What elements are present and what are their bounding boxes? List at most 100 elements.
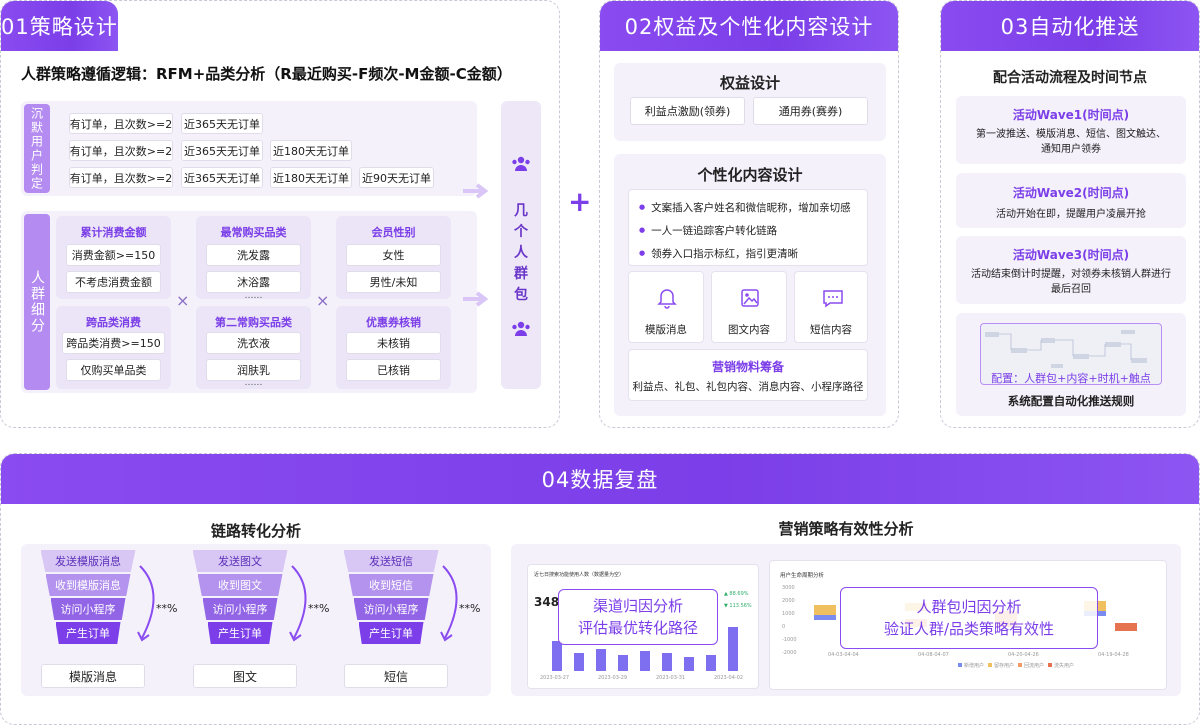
strategy-logic: 人群策略遵循逻辑：RFM+品类分析（R最近购买-F频次-M金额-C金额） (21, 65, 512, 83)
group-second-category: 第二常购买品类 洗衣液 润肤乳 …… (196, 306, 311, 389)
group-ellipsis: …… (244, 291, 263, 301)
cond-chip: 近180天无订单 (270, 167, 352, 188)
x-tick-label: 2023-03-31 (656, 675, 686, 681)
funnel-step: 发送模版消息 (40, 550, 136, 572)
config-card: 配置：人群包+内容+时机+触点 系统配置自动化推送规则 (956, 313, 1186, 416)
group-item: 洗发露 (206, 244, 301, 266)
materials-title: 营销物料筹备 (711, 360, 784, 374)
image-icon (741, 289, 759, 307)
strategy-section-title: 营销策略有效性分析 (778, 520, 914, 538)
y-tick-label: -1000 (782, 637, 797, 643)
legend-item: 回流用户 (1018, 662, 1044, 669)
channel-card: 图文内容 (711, 271, 787, 343)
channel-card: 模版消息 (628, 271, 704, 343)
funnel-step: 访问小程序 (353, 598, 429, 620)
channel-label: 图文内容 (728, 324, 770, 336)
channel-attribution-overlay: 渠道归因分析 评估最优转化路径 (558, 589, 718, 645)
overlay-line: 验证人群/品类策略有效性 (883, 620, 1055, 638)
users-icon (512, 156, 530, 171)
message-icon (823, 290, 843, 308)
x-tick-label: 04-03-04-04 (828, 652, 859, 658)
benefit-title: 权益设计 (719, 74, 780, 92)
wave-card: 活动Wave2(时间点) 活动开始在即，提醒用户凌晨开抢 (956, 173, 1186, 228)
group-item: 不考虑消费金额 (66, 271, 161, 293)
group-title: 累计消费金额 (80, 226, 147, 239)
group-item: 沐浴露 (206, 271, 301, 293)
group-title: 第二常购买品类 (215, 316, 292, 329)
group-item: 女性 (346, 244, 441, 266)
arrow-right-icon (463, 291, 489, 307)
personalized-title: 个性化内容设计 (697, 166, 803, 184)
group-title: 会员性别 (371, 226, 416, 239)
cond-chip: 近365天无订单 (181, 113, 263, 134)
funnel-section-title: 链路转化分析 (210, 522, 301, 540)
packs-label: 几个人群包 (514, 203, 528, 303)
x-tick-label: 04-08-04-07 (918, 652, 949, 658)
wave-title: 活动Wave3(时间点) (1012, 248, 1130, 262)
bar (706, 655, 716, 671)
funnel-step: 产生订单 (358, 622, 424, 644)
group-item: 已核销 (346, 359, 441, 381)
group-cross-category: 跨品类消费 跨品类消费>=150 仅购买单品类 (56, 306, 171, 389)
group-top-category: 最常购买品类 洗发露 沐浴露 …… (196, 216, 311, 301)
materials-text: 利益点、礼包、礼包内容、消息内容、小程序路径 (632, 381, 864, 393)
strategy-panel: 01策略设计 人群策略遵循逻辑：RFM+品类分析（R最近购买-F频次-M金额-C… (0, 0, 560, 428)
cond-chip: 近365天无订单 (181, 140, 263, 161)
group-item: 跨品类消费>=150 (62, 332, 165, 354)
group-total-spend: 累计消费金额 消费金额>=150 不考虑消费金额 (56, 216, 171, 299)
personalized-card: 个性化内容设计 文案插入客户姓名和微信昵称，增加亲切感 一人一链追踪客户转化链路… (614, 154, 886, 416)
conversion-rate: **% (308, 602, 330, 615)
funnel-container: 发送模版消息 收到模版消息 访问小程序 产生订单 **% 模版消息 发送图文 收到图文 访问小程… (21, 544, 491, 696)
group-item: 男性/未知 (346, 271, 441, 293)
x-tick-label: 2023-03-27 (540, 675, 570, 681)
funnel-step: 访问小程序 (202, 598, 278, 620)
benefit-chip: 利益点激励(领券) (630, 97, 745, 125)
lifecycle-chart: 用户生命周期分析 人群包归因分析 验证人群/品类策略有效性 3000 2000 10… (769, 560, 1167, 690)
audience-packs-box: 几个人群包 (501, 101, 541, 389)
strategy-header: 01策略设计 (1, 1, 118, 51)
content-header: 02权益及个性化内容设计 (600, 1, 898, 51)
group-ellipsis: …… (244, 378, 263, 388)
review-panel: 04数据复盘 链路转化分析 发送模版消息 收到模版消息 访问小程序 产生订单 **% 模版… (0, 453, 1200, 725)
overlay-line: 渠道归因分析 (592, 597, 683, 615)
funnel-step: 访问小程序 (50, 598, 126, 620)
bar (640, 651, 650, 671)
overlay-line: 人群包归因分析 (916, 598, 1022, 616)
arrow-right-icon (463, 183, 489, 199)
funnel-label: 图文 (193, 664, 297, 688)
x-tick-label: 04-19-04-28 (1098, 652, 1129, 658)
bar (814, 605, 836, 615)
legend-item: 留存用户 (988, 662, 1014, 669)
wave-desc: 第一波推送、模版消息、短信、图文触达、通知用户领券 (976, 129, 1166, 155)
x-tick-label: 2023-03-29 (598, 675, 628, 681)
group-item: 消费金额>=150 (66, 244, 161, 266)
y-tick-label: 1000 (782, 611, 795, 617)
bar (728, 627, 738, 671)
bar (814, 615, 836, 620)
bar (596, 649, 606, 671)
legend-item: 流失用户 (1048, 662, 1074, 669)
group-item: 未核销 (346, 332, 441, 354)
bullet-item: 领券入口指示标红，指引更清晰 (639, 246, 798, 261)
y-tick-label: -2000 (782, 650, 797, 656)
group-title: 最常购买品类 (220, 226, 287, 239)
segment-label: 人群细分 (24, 214, 50, 390)
wave-card: 活动Wave1(时间点) 第一波推送、模版消息、短信、图文触达、通知用户领券 (956, 96, 1186, 164)
legend-item: 新增用户 (958, 662, 984, 669)
funnel-step: 产生订单 (207, 622, 273, 644)
automation-subtitle: 配合活动流程及时间节点 (993, 70, 1147, 86)
y-tick-label: 0 (782, 624, 786, 630)
bar (552, 641, 562, 671)
wave-title: 活动Wave1(时间点) (1012, 108, 1130, 122)
audience-attribution-overlay: 人群包归因分析 验证人群/品类策略有效性 (840, 587, 1098, 649)
group-item: 洗衣液 (206, 332, 301, 354)
bullet-list: 文案插入客户姓名和微信昵称，增加亲切感 一人一链追踪客户转化链路 领券入口指示标… (628, 189, 868, 266)
channel-label: 短信内容 (810, 324, 852, 336)
cond-chip: 近365天无订单 (181, 167, 263, 188)
x-tick-label: 04-20-04-26 (1008, 652, 1039, 658)
legend-swatch (1048, 663, 1052, 667)
legend-label: 回流用户 (1024, 663, 1045, 669)
review-header: 04数据复盘 (1, 454, 1199, 504)
silent-user-label: 沉默用户判定 (24, 104, 50, 193)
bullet-item: 文案插入客户姓名和微信昵称，增加亲切感 (639, 200, 851, 215)
